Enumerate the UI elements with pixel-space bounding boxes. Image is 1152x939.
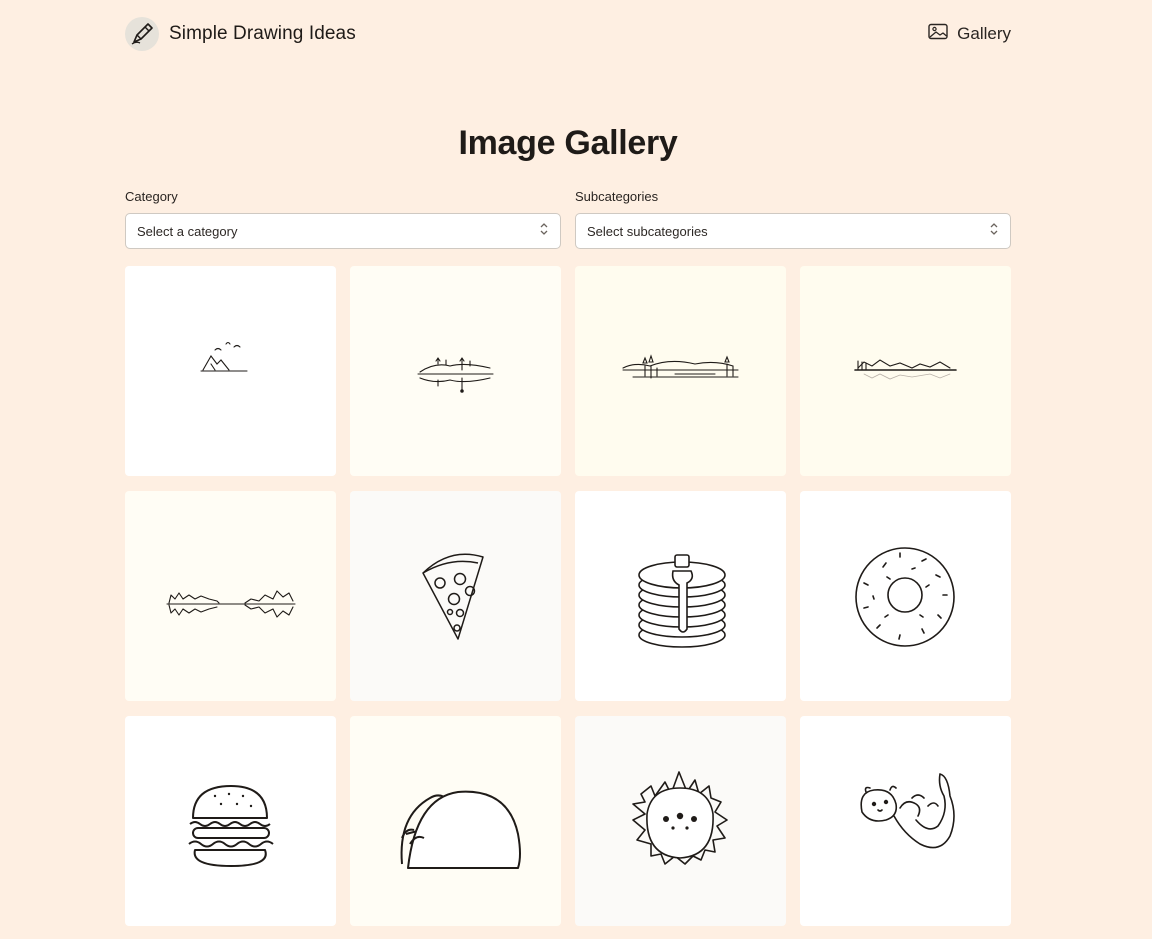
nav-gallery-link[interactable]: Gallery: [928, 23, 1011, 45]
category-label: Category: [125, 189, 178, 204]
nav-gallery-label: Gallery: [957, 24, 1011, 43]
brand-home-link[interactable]: Simple Drawing Ideas: [125, 17, 356, 51]
category-select[interactable]: Select a category: [125, 213, 561, 249]
donut-drawing: [855, 547, 955, 647]
marsh-reflection-drawing: [166, 590, 296, 618]
otter-drawing: [860, 773, 955, 849]
mountains-birds-drawing: [200, 341, 248, 372]
pencil-icon: [125, 17, 159, 51]
image-gallery-grid: [125, 266, 1011, 926]
gallery-card[interactable]: [800, 716, 1011, 926]
subcategories-label: Subcategories: [575, 189, 659, 204]
pizza-slice-drawing: [422, 553, 484, 640]
chevron-up-down-icon: [989, 222, 999, 241]
gallery-card[interactable]: [575, 266, 786, 476]
subcategories-select[interactable]: Select subcategories: [575, 213, 1011, 249]
gallery-card[interactable]: [575, 716, 786, 926]
brand-name: Simple Drawing Ideas: [169, 23, 356, 44]
gallery-card[interactable]: [800, 266, 1011, 476]
gallery-card[interactable]: [350, 491, 561, 701]
image-icon: [928, 23, 948, 45]
category-select-value: Select a category: [137, 223, 238, 239]
burger-drawing: [188, 785, 274, 867]
taco-drawing: [400, 790, 521, 869]
gallery-card[interactable]: [575, 491, 786, 701]
subcategories-select-value: Select subcategories: [587, 223, 708, 239]
gallery-card[interactable]: [125, 716, 336, 926]
gallery-card[interactable]: [350, 716, 561, 926]
mountain-lake-reflection-drawing: [854, 359, 957, 380]
lake-reflection-trees-drawing: [417, 357, 494, 393]
gallery-card[interactable]: [800, 491, 1011, 701]
gallery-card[interactable]: [350, 266, 561, 476]
subcategories-filter: Subcategories Select subcategories: [575, 188, 1011, 249]
category-filter: Category Select a category: [125, 188, 561, 249]
gallery-card[interactable]: [125, 491, 336, 701]
page-title: Image Gallery: [458, 124, 678, 162]
hedgehog-drawing: [632, 771, 728, 865]
chevron-up-down-icon: [539, 222, 549, 241]
gallery-card[interactable]: [125, 266, 336, 476]
pancake-stack-drawing: [638, 554, 726, 648]
site-header: Simple Drawing Ideas Gallery: [125, 16, 1011, 52]
lake-shoreline-trees-drawing: [622, 354, 739, 379]
